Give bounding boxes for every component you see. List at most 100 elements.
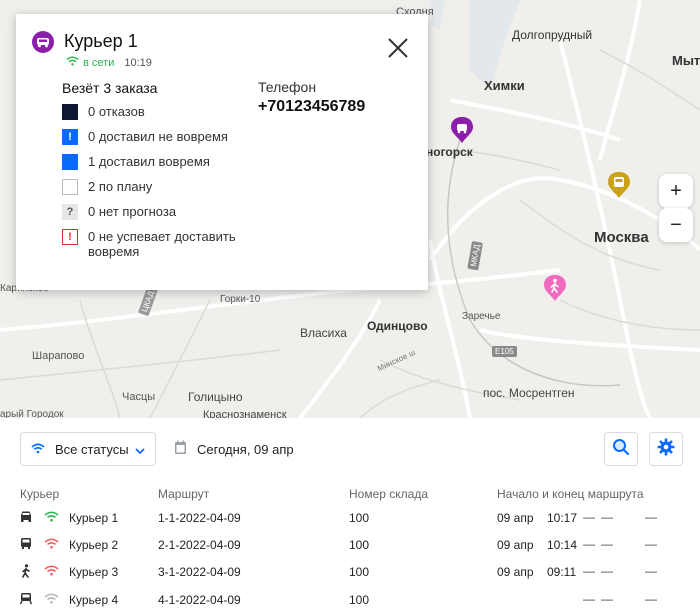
signal-red-icon: [44, 564, 59, 580]
status-dark-square-icon: [62, 104, 78, 120]
dash: —: [645, 564, 657, 578]
search-icon: [612, 438, 630, 461]
popup-title: Курьер 1: [64, 31, 138, 51]
road-badge-e105: E105: [492, 346, 517, 357]
map-label-sharapovo: Шарапово: [32, 350, 85, 362]
walking-icon: [19, 564, 33, 582]
legend-label: 1 доставил вовремя: [88, 154, 210, 169]
courier-pin-car[interactable]: [450, 117, 474, 143]
settings-button[interactable]: [649, 432, 683, 466]
map-label-odintsovo: Одинцово: [367, 319, 428, 333]
signal-grey-icon: [44, 592, 59, 608]
map-label-krasnogorsk: ногорск: [426, 145, 473, 159]
route-date: 09 апр: [497, 538, 534, 552]
courier-pin-bus[interactable]: [607, 172, 631, 198]
route-id: 3-1-2022-04-09: [158, 565, 241, 579]
map-label-golitsyno: Голицыно: [188, 390, 243, 404]
status-warning-icon: !: [62, 229, 78, 245]
column-header-route[interactable]: Маршрут: [158, 487, 209, 501]
map-label-mosrentgen: пос. Мосрентген: [483, 386, 575, 400]
courier-name[interactable]: Курьер 3: [69, 564, 118, 580]
map-label-gorodok: арый Городок: [0, 409, 64, 418]
map-label-gorki10: Горки-10: [220, 294, 261, 305]
legend-item: ! 0 не успевает доставить вовремя: [62, 229, 262, 265]
legend-item: ! 0 доставил не вовремя: [62, 129, 262, 154]
route-start-time: 09:11: [547, 565, 577, 579]
map-label-krasnoznamensk: Краснознаменск: [203, 409, 287, 418]
dash: —: [601, 510, 613, 524]
signal-red-icon: [44, 537, 59, 553]
column-header-courier[interactable]: Курьер: [20, 487, 59, 501]
status-filter-label: Все статусы: [55, 441, 129, 457]
status-text: в сети: [83, 56, 115, 69]
legend-label: 0 доставил не вовремя: [88, 129, 228, 144]
wifi-icon: [66, 56, 79, 69]
warehouse-number: 100: [349, 511, 370, 525]
dash: —: [645, 537, 657, 551]
map-label-dolgoprudny: Долгопрудный: [512, 28, 593, 42]
legend-item: ? 0 нет прогноза: [62, 204, 262, 229]
popup-status: в сети 10:19: [66, 56, 152, 69]
courier-pin-walk[interactable]: [543, 275, 567, 301]
signal-green-icon: [44, 510, 59, 526]
legend-item: 2 по плану: [62, 179, 262, 204]
legend-item: 0 отказов: [62, 104, 262, 129]
table-row[interactable]: Курьер 2 2-1-2022-04-09 100 09 апр 10:14…: [0, 537, 700, 564]
order-status-legend: 0 отказов ! 0 доставил не вовремя 1 дост…: [62, 104, 262, 265]
legend-label: 0 отказов: [88, 104, 145, 119]
calendar-icon: [174, 440, 187, 458]
courier-name[interactable]: Курьер 2: [69, 537, 118, 553]
warehouse-number: 100: [349, 565, 370, 579]
dash: —: [583, 564, 595, 578]
legend-item: 1 доставил вовремя: [62, 154, 262, 179]
date-label: Сегодня, 09 апр: [197, 441, 294, 457]
status-question-icon: ?: [62, 204, 78, 220]
warehouse-number: 100: [349, 593, 370, 607]
map-label-myt: Мыт: [672, 53, 700, 68]
zoom-out-button[interactable]: −: [659, 208, 693, 242]
status-time: 10:19: [124, 56, 152, 69]
map-label-chasy: Часцы: [122, 391, 156, 403]
column-header-warehouse[interactable]: Номер склада: [349, 487, 428, 501]
legend-label: 0 не успевает доставить вовремя: [88, 229, 236, 259]
chevron-down-icon: [135, 444, 145, 459]
date-picker[interactable]: Сегодня, 09 апр: [174, 440, 294, 458]
courier-popup: Курьер 1 в сети 10:19 Везёт 3 заказа 0 о…: [16, 14, 428, 290]
dash: —: [583, 537, 595, 551]
dash: —: [583, 592, 595, 606]
map-label-vlasikha: Власиха: [300, 326, 347, 340]
close-icon[interactable]: [388, 38, 408, 58]
search-button[interactable]: [604, 432, 638, 466]
legend-label: 2 по плану: [88, 179, 153, 194]
phone-label: Телефон: [258, 79, 317, 95]
route-date: 09 апр: [497, 511, 534, 525]
dash: —: [645, 510, 657, 524]
courier-name[interactable]: Курьер 1: [69, 510, 118, 526]
warehouse-number: 100: [349, 538, 370, 552]
dash: —: [601, 592, 613, 606]
phone-value[interactable]: +70123456789: [258, 98, 365, 116]
dash: —: [645, 592, 657, 606]
status-blue-square-icon: [62, 154, 78, 170]
dash: —: [601, 537, 613, 551]
status-exclamation-icon: !: [62, 129, 78, 145]
table-row[interactable]: Курьер 1 1-1-2022-04-09 100 09 апр 10:17…: [0, 510, 700, 537]
table-row[interactable]: Курьер 4 4-1-2022-04-09 100 — — —: [0, 592, 700, 616]
car-icon: [19, 510, 33, 527]
dash: —: [601, 564, 613, 578]
route-id: 4-1-2022-04-09: [158, 593, 241, 607]
legend-label: 0 нет прогноза: [88, 204, 177, 219]
zoom-in-button[interactable]: +: [659, 174, 693, 208]
status-filter-select[interactable]: Все статусы: [20, 432, 156, 466]
route-start-time: 10:14: [547, 538, 578, 552]
route-start-time: 10:17: [547, 511, 578, 525]
dash: —: [583, 510, 595, 524]
map-label-moscow: Москва: [594, 229, 649, 246]
route-id: 1-1-2022-04-09: [158, 511, 241, 525]
column-header-start-end[interactable]: Начало и конец маршрута: [497, 487, 644, 501]
courier-name[interactable]: Курьер 4: [69, 592, 118, 608]
tram-icon: [19, 592, 33, 609]
table-row[interactable]: Курьер 3 3-1-2022-04-09 100 09 апр 09:11…: [0, 564, 700, 591]
status-empty-square-icon: [62, 179, 78, 195]
bus-icon: [19, 537, 33, 554]
